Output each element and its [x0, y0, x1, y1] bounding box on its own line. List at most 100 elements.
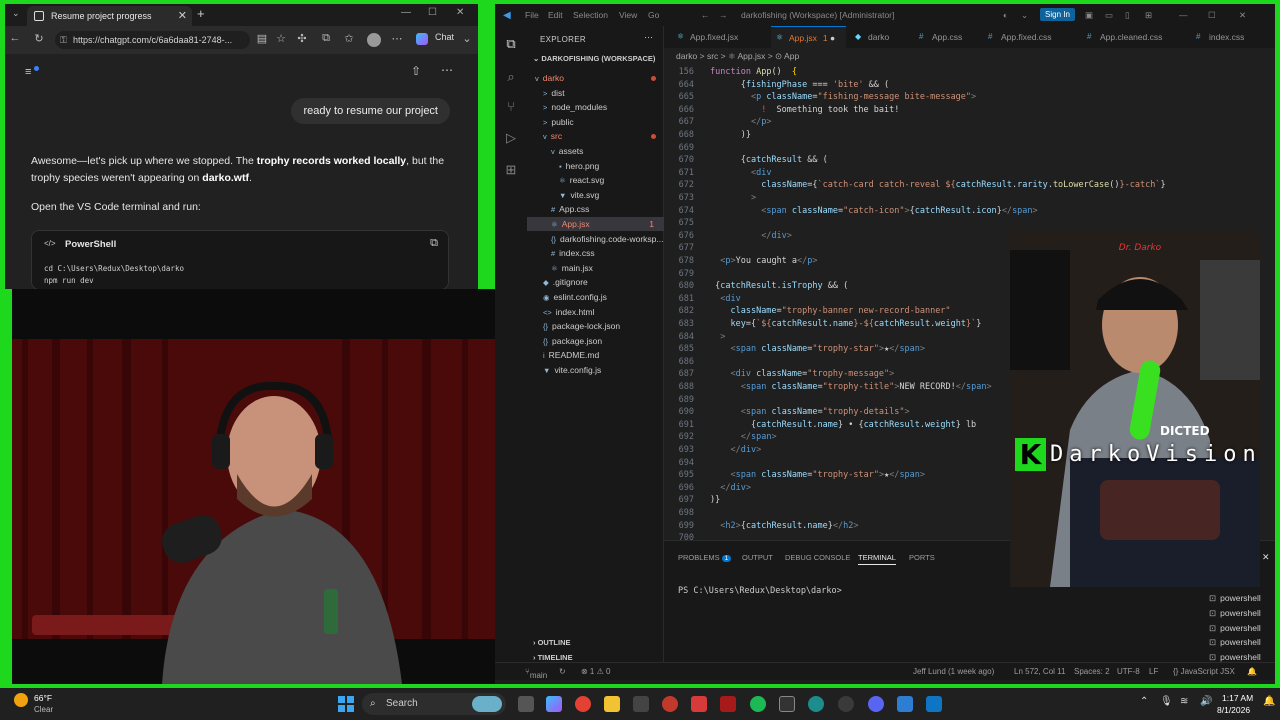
site-info-icon[interactable]: ⚿	[60, 31, 67, 49]
code-line[interactable]: </p>	[710, 117, 772, 127]
file-tree-item[interactable]: ▼ vite.config.js	[527, 363, 664, 377]
file-tree-item[interactable]: {} package-lock.json	[527, 319, 664, 333]
windows-start-icon[interactable]	[338, 696, 354, 712]
code-line[interactable]: <h2>{catchResult.name}</h2>	[710, 521, 858, 531]
vs-minimize-icon[interactable]: —	[1179, 10, 1188, 20]
code-line[interactable]: </div>	[710, 231, 792, 241]
code-line[interactable]: </div>	[710, 483, 751, 493]
tab-resume-project[interactable]: Resume project progress ✕	[27, 6, 192, 26]
edge-icon[interactable]	[808, 696, 824, 712]
nav-back-icon[interactable]: ←	[701, 10, 710, 20]
vs-maximize-icon[interactable]: ☐	[1208, 10, 1216, 21]
code-line[interactable]: </div>	[710, 445, 761, 455]
task-view-icon[interactable]	[518, 696, 534, 712]
address-bar[interactable]: ⚿ https://chatgpt.com/c/6a6daa81-2748-..…	[55, 31, 250, 49]
menu-go[interactable]: Go	[648, 10, 659, 20]
file-tree-item[interactable]: <> index.html	[527, 305, 664, 319]
code-line[interactable]: {catchResult && (	[710, 155, 828, 165]
overlay-close-icon[interactable]: ✕	[1262, 552, 1270, 563]
layout-panel-icon[interactable]: ▯	[1125, 10, 1130, 21]
tab-terminal[interactable]: TERMINAL	[858, 553, 896, 565]
run-debug-icon[interactable]: ▷	[503, 130, 519, 146]
tab-list-icon[interactable]: ⌄	[12, 8, 20, 19]
wifi-icon[interactable]: ≋	[1180, 696, 1188, 707]
search-icon[interactable]: ⌕	[503, 69, 519, 85]
tab-problems[interactable]: PROBLEMS 1	[678, 553, 732, 562]
code-line[interactable]: {catchResult.name} • {catchResult.weight…	[710, 420, 976, 430]
layout-customize-icon[interactable]: ⊞	[1145, 10, 1152, 21]
tray-overflow-icon[interactable]: ⌃	[1140, 696, 1148, 707]
chrome-icon[interactable]	[575, 696, 591, 712]
code-line[interactable]: <div	[710, 168, 771, 178]
terminal-prompt[interactable]: PS C:\Users\Redux\Desktop\darko>	[678, 586, 842, 596]
maps-icon[interactable]	[691, 696, 707, 712]
menu-selection[interactable]: Selection	[573, 10, 608, 20]
editor-tab[interactable]: # App.css	[914, 26, 979, 48]
media-app-icon[interactable]	[720, 696, 736, 712]
tab-output[interactable]: OUTPUT	[742, 553, 773, 562]
gpt-app-icon[interactable]	[838, 696, 854, 712]
spotify-icon[interactable]	[750, 696, 766, 712]
notification-center-icon[interactable]: 🔔	[1263, 696, 1275, 707]
code-line[interactable]: <p className="fishing-message bite-messa…	[710, 92, 976, 102]
git-blame[interactable]: Jeff Lund (1 week ago)	[913, 667, 994, 676]
code-line[interactable]: key={`${catchResult.name}-${catchResult.…	[710, 319, 981, 329]
outline-section[interactable]: › OUTLINE	[533, 638, 571, 647]
file-tree-item[interactable]: ◆ .gitignore	[527, 275, 664, 289]
file-explorer-icon[interactable]	[604, 696, 620, 712]
clock-date[interactable]: 8/1/2026	[1217, 705, 1250, 715]
file-tree-item[interactable]: ◉ eslint.config.js	[527, 290, 664, 304]
code-line[interactable]: function App() {	[710, 67, 798, 77]
reader-icon[interactable]: ▤	[255, 32, 269, 45]
photos-icon[interactable]	[897, 696, 913, 712]
code-line[interactable]: <span className="trophy-details">	[710, 407, 910, 417]
problems-indicator[interactable]: ⊗ 1 ⚠ 0	[581, 667, 610, 676]
favorite-icon[interactable]: ☆	[274, 32, 288, 45]
code-line[interactable]: )}	[710, 495, 720, 505]
terminal-instance[interactable]: ⊡ powershell	[1209, 593, 1261, 604]
copy-icon[interactable]: ⧉	[430, 237, 438, 250]
file-tree-item[interactable]: ▪ hero.png	[527, 159, 664, 173]
terminal-instance[interactable]: ⊡ powershell	[1209, 608, 1261, 619]
extensions-icon[interactable]: ⊞	[503, 162, 519, 178]
editor-tab[interactable]: # App.cleaned.css	[1082, 26, 1187, 48]
xbox-icon[interactable]	[779, 696, 795, 712]
file-tree-item[interactable]: > dist	[527, 86, 664, 100]
file-tree-item[interactable]: # App.css	[527, 202, 664, 216]
code-line[interactable]: className="trophy-banner new-record-bann…	[710, 306, 950, 316]
store-icon[interactable]	[633, 696, 649, 712]
code-line[interactable]: {fishingPhase === 'bite' && (	[710, 80, 889, 90]
new-tab-icon[interactable]: +	[197, 6, 205, 21]
explorer-more-icon[interactable]: ⋯	[644, 32, 653, 43]
unsaved-dot-icon[interactable]: ●	[828, 33, 835, 43]
copilot-chat-icon[interactable]: ◐	[1003, 10, 1008, 20]
layout-editor-icon[interactable]: ▭	[1105, 10, 1113, 21]
code-line[interactable]: ! Something took the bait!	[710, 105, 899, 115]
editor-tab[interactable]: ⚛ App.fixed.jsx	[672, 26, 767, 48]
editor-tab[interactable]: # index.css	[1191, 26, 1266, 48]
profile-avatar[interactable]	[367, 33, 381, 47]
source-control-icon[interactable]: ⑂	[503, 99, 519, 115]
file-tree-item[interactable]: v darko	[527, 71, 664, 85]
extensions-icon[interactable]: ✣	[295, 32, 309, 45]
notifications-icon[interactable]: 🔔	[1247, 667, 1257, 676]
code-line[interactable]: <p>You caught a</p>	[710, 256, 817, 266]
explorer-icon[interactable]: ⧉	[503, 36, 519, 52]
refresh-icon[interactable]: ↻	[32, 32, 46, 45]
file-tree-item[interactable]: ⚛ react.svg	[527, 173, 664, 187]
layout-sidebar-icon[interactable]: ▣	[1085, 10, 1093, 21]
menu-file[interactable]: File	[525, 10, 539, 20]
code-line[interactable]: )}	[710, 130, 751, 140]
code-line[interactable]: <div	[710, 294, 740, 304]
code-line[interactable]: <div className="trophy-message">	[710, 369, 894, 379]
file-tree-item[interactable]: # index.css	[527, 246, 664, 260]
share-icon[interactable]: ⇧	[411, 64, 421, 78]
eol[interactable]: LF	[1149, 667, 1158, 676]
indentation[interactable]: Spaces: 2	[1074, 667, 1110, 676]
file-tree-item[interactable]: {} darkofishing.code-worksp...	[527, 232, 664, 246]
menu-view[interactable]: View	[619, 10, 637, 20]
clock-time[interactable]: 1:17 AM	[1222, 693, 1253, 703]
tab-ports[interactable]: PORTS	[909, 553, 935, 562]
code-line[interactable]: <span className="trophy-star">★</span>	[710, 344, 925, 354]
close-tab-icon[interactable]: ✕	[178, 6, 187, 26]
